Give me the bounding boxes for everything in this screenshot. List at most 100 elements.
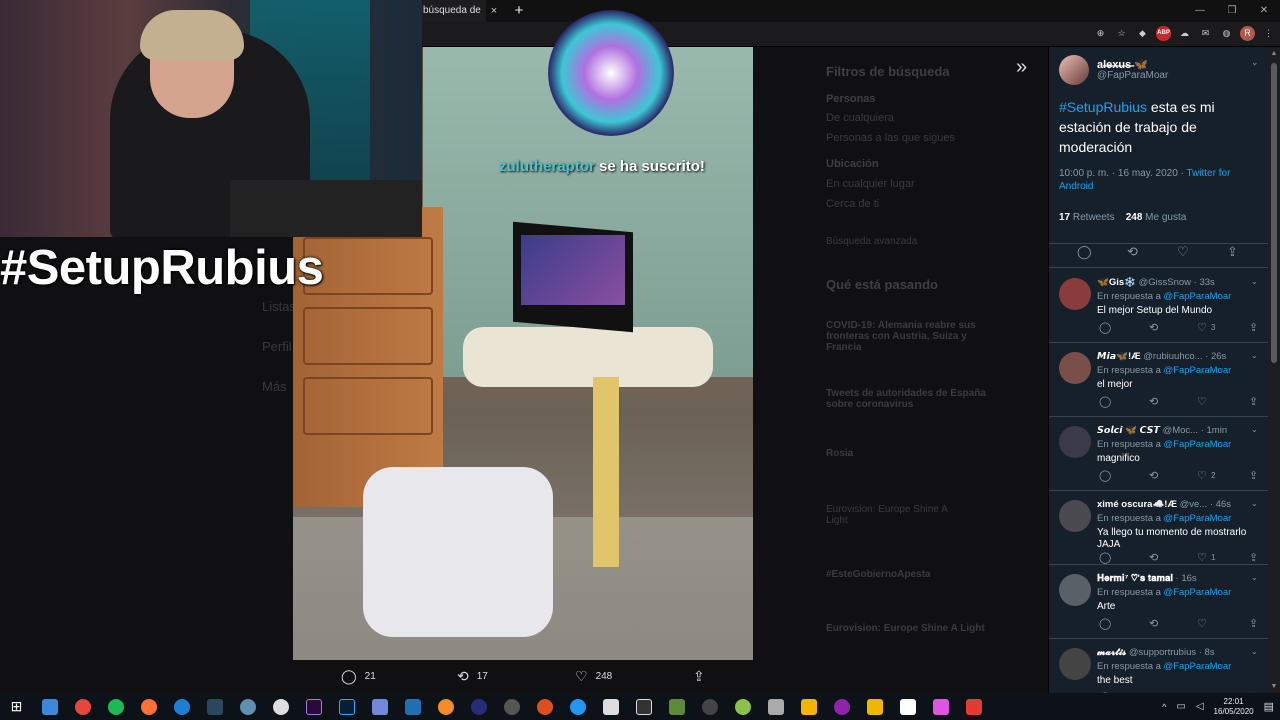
location-option-near[interactable]: Cerca de ti [826,198,879,210]
reply-to-link[interactable]: @FapParaMoar [1164,439,1232,450]
avatar[interactable] [1059,574,1091,606]
reply-tweet[interactable]: ximé oscura☁️!Æ @ve... · 46s ⌄ En respuest… [1049,491,1268,565]
notifications-icon[interactable]: ▤ [1264,700,1274,713]
app-icon[interactable] [891,693,924,720]
avatar[interactable] [1059,55,1089,85]
reply-icon[interactable]: ◯ [1099,551,1111,564]
network-icon[interactable]: ▭ [1176,701,1185,712]
reply-handle[interactable]: · 16s [1176,573,1197,584]
trend-item[interactable]: Eurovision: Europe Shine A Light [826,504,956,526]
maximize-button[interactable]: ❐ [1216,0,1248,22]
app-icon[interactable] [858,693,891,720]
photo-share-action[interactable]: ⇪ [693,668,705,685]
reply-author[interactable]: ximé oscura☁️!Æ [1097,499,1177,510]
reply-tweet[interactable]: 𝙈𝙞𝙖🦋!Æ @rubiuuhco... · 26s ⌄ En respuesta … [1049,343,1268,417]
reply-tweet[interactable]: 𝐇𝐞𝐫𝐦𝐢⁷ ♡'𝐬 𝐭𝐚𝐦𝐚𝐥 · 16s ⌄ En respuesta a @F… [1049,565,1268,639]
extension-icon[interactable]: ◍ [1219,26,1234,41]
author-handle[interactable]: @FapParaMoar [1097,70,1168,81]
photo-like-action[interactable]: ♡ 248 [575,668,612,685]
avatar[interactable] [1059,426,1091,458]
reply-icon[interactable]: ◯ [1099,395,1111,408]
premiere-icon[interactable] [297,693,330,720]
avatar[interactable] [1059,500,1091,532]
like-total[interactable]: 248 [1126,212,1143,223]
avatar[interactable] [1059,648,1091,680]
heart-icon[interactable]: ♡ [1197,321,1207,334]
tab-close-icon[interactable]: × [488,0,500,22]
chevron-down-icon[interactable]: ⌄ [1251,499,1258,508]
heart-icon[interactable]: ♡ [1177,244,1189,260]
retweet-total[interactable]: 17 [1059,212,1070,223]
volume-icon[interactable]: ◁ [1196,701,1204,712]
retweet-icon[interactable]: ⟲ [1149,617,1158,630]
share-icon[interactable]: ⇪ [1249,617,1258,630]
profile-avatar[interactable]: R [1240,26,1255,41]
share-icon[interactable]: ⇪ [1249,395,1258,408]
reply-handle[interactable]: @Moc... · 1min [1163,425,1228,436]
hashtag-link[interactable]: #SetupRubius [1059,99,1147,115]
scrollbar-thumb[interactable] [1271,63,1277,363]
reply-to-link[interactable]: @FapParaMoar [1164,291,1232,302]
share-icon[interactable]: ⇪ [1249,321,1258,334]
app-icon[interactable] [726,693,759,720]
people-option-following[interactable]: Personas a las que sigues [826,132,955,144]
obs-icon[interactable] [264,693,297,720]
reply-to-link[interactable]: @FapParaMoar [1164,587,1232,598]
app-icon[interactable] [528,693,561,720]
scrollbar[interactable]: ▲ ▼ [1268,47,1280,693]
steam-icon[interactable] [198,693,231,720]
tray-expand-icon[interactable]: ^ [1162,702,1166,712]
app-icon[interactable] [561,693,594,720]
taskbar-clock[interactable]: 22:01 16/05/2020 [1214,697,1254,717]
tweet-date[interactable]: 10:00 p. m. · 16 may. 2020 · [1059,168,1186,179]
minimize-button[interactable]: — [1184,0,1216,22]
reply-handle[interactable]: @rubiuuhco... · 26s [1143,351,1226,362]
minecraft-icon[interactable] [660,693,693,720]
reply-handle[interactable]: @supportrubius · 8s [1129,647,1215,658]
reply-icon[interactable]: ◯ [1077,244,1092,260]
share-icon[interactable]: ⇪ [1227,244,1238,260]
app-icon[interactable] [759,693,792,720]
location-option-anywhere[interactable]: En cualquier lugar [826,178,915,190]
app-icon[interactable] [957,693,990,720]
heart-icon[interactable]: ♡ [1197,617,1207,630]
discord-icon[interactable] [363,693,396,720]
heart-icon[interactable]: ♡ [1197,395,1207,408]
trend-item[interactable]: COVID-19: Alemania reabre sus fronteras … [826,320,986,353]
photoshop-icon[interactable] [330,693,363,720]
adblock-icon[interactable]: ABP [1156,26,1171,41]
rockstar-icon[interactable] [792,693,825,720]
chevron-down-icon[interactable]: ⌄ [1251,277,1258,286]
chrome-icon[interactable] [66,693,99,720]
chevron-down-icon[interactable]: ⌄ [1251,57,1259,68]
chevron-down-icon[interactable]: ⌄ [1251,351,1258,360]
edge-icon[interactable] [165,693,198,720]
reply-to-link[interactable]: @FapParaMoar [1164,365,1232,376]
avatar[interactable] [1059,352,1091,384]
trend-item[interactable]: Tweets de autoridades de España sobre co… [826,388,986,410]
close-window-button[interactable]: ✕ [1248,0,1280,22]
file-explorer-icon[interactable] [33,693,66,720]
app-icon[interactable] [627,693,660,720]
firefox-icon[interactable] [132,693,165,720]
reply-icon[interactable]: ◯ [1099,321,1111,334]
app-icon[interactable] [924,693,957,720]
reply-author[interactable]: 🦋Gis❄️ [1097,277,1136,288]
retweet-icon[interactable]: ⟲ [1127,244,1138,260]
reply-author[interactable]: 𝐇𝐞𝐫𝐦𝐢⁷ ♡'𝐬 𝐭𝐚𝐦𝐚𝐥 [1097,573,1173,584]
spotify-icon[interactable] [99,693,132,720]
retweet-icon[interactable]: ⟲ [1149,551,1158,564]
share-icon[interactable]: ⇪ [1249,551,1258,564]
retweet-icon[interactable]: ⟲ [1149,469,1158,482]
trend-item[interactable]: Eurovision: Europe Shine A Light [826,623,985,634]
heart-icon[interactable]: ♡ [1197,551,1207,564]
trend-item[interactable]: #EsteGobiernoApesta [826,569,930,580]
menu-icon[interactable]: ⋮ [1261,26,1276,41]
reply-handle[interactable]: @GissSnow · 33s [1139,277,1215,288]
photo-retweet-action[interactable]: ⟲ 17 [457,668,488,685]
app-icon[interactable] [693,693,726,720]
star-icon[interactable]: ☆ [1114,26,1129,41]
app-icon[interactable] [231,693,264,720]
reply-handle[interactable]: @ve... · 46s [1180,499,1231,510]
heart-icon[interactable]: ♡ [1197,469,1207,482]
